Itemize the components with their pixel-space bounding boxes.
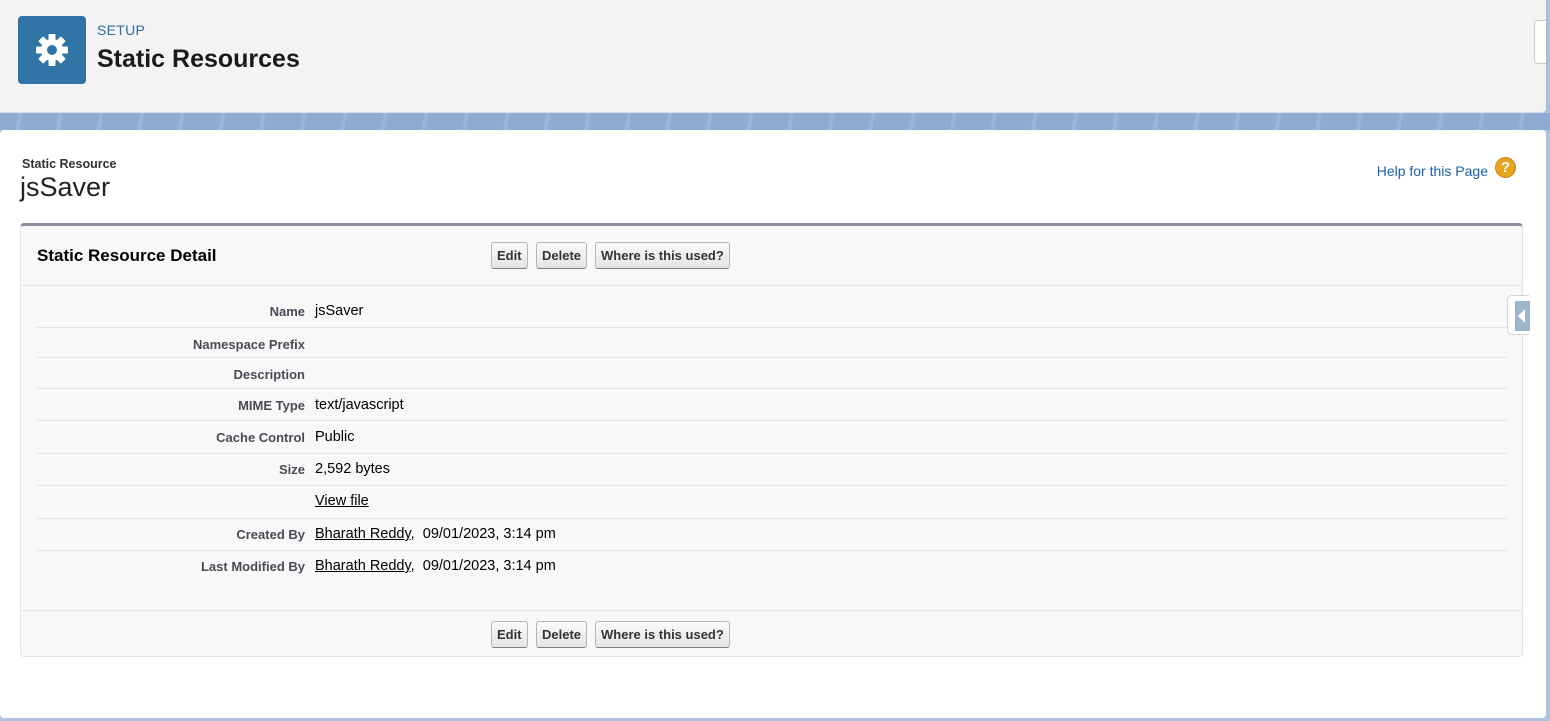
field-label: Last Modified By: [200, 559, 305, 574]
field-row-cache-control: Cache Control Public: [37, 421, 1507, 454]
field-value-mime-type: text/javascript: [315, 397, 404, 413]
created-date: 09/01/2023, 3:14 pm: [422, 526, 556, 542]
edge-tab[interactable]: [1534, 20, 1546, 64]
field-label: Cache Control: [216, 430, 305, 445]
field-value-size: 2,592 bytes: [315, 461, 390, 477]
field-label: Size: [278, 462, 305, 477]
delete-button[interactable]: Delete: [536, 242, 588, 269]
view-file-link[interactable]: View file: [315, 493, 369, 509]
edit-button[interactable]: Edit: [491, 242, 528, 269]
field-value-cache-control: Public: [315, 429, 355, 445]
field-label: Created By: [236, 527, 305, 542]
created-by-user-link[interactable]: Bharath Reddy: [315, 526, 411, 542]
detail-header: Static Resource Detail Edit Delete Where…: [21, 226, 1522, 286]
setup-section-label: SETUP: [97, 22, 146, 38]
where-used-button[interactable]: Where is this used?: [595, 242, 730, 269]
field-label: Namespace Prefix: [192, 337, 305, 352]
sidebar-toggle-handle[interactable]: [1507, 295, 1530, 335]
field-row-view-file: View file: [37, 486, 1507, 519]
field-row-last-modified-by: Last Modified By Bharath Reddy, 09/01/20…: [200, 558, 556, 574]
main-content: Static Resource jsSaver Help for this Pa…: [0, 130, 1546, 718]
field-label: Name: [269, 304, 305, 319]
chevron-left-icon: [1515, 301, 1530, 331]
field-label: Description: [233, 367, 305, 382]
field-row-namespace-prefix: Namespace Prefix: [37, 328, 1507, 358]
where-used-button-bottom[interactable]: Where is this used?: [595, 621, 730, 648]
field-row-size: Size 2,592 bytes: [37, 454, 1507, 486]
field-label: MIME Type: [238, 398, 305, 413]
field-row-description: Description: [37, 358, 1507, 389]
field-row-created-by: Created By Bharath Reddy, 09/01/2023, 3:…: [37, 519, 1507, 551]
decorative-band: [0, 113, 1550, 130]
last-modified-date: 09/01/2023, 3:14 pm: [422, 558, 556, 574]
help-link[interactable]: Help for this Page: [1377, 163, 1488, 179]
record-name: jsSaver: [20, 172, 111, 202]
field-value-name: jsSaver: [315, 303, 364, 319]
detail-panel: Static Resource Detail Edit Delete Where…: [20, 223, 1523, 657]
record-type-label: Static Resource: [22, 157, 117, 171]
field-row-name: Name jsSaver: [37, 303, 1507, 328]
page-title: Static Resources: [97, 45, 300, 73]
setup-header: SETUP Static Resources: [0, 0, 1546, 113]
edit-button-bottom[interactable]: Edit: [491, 621, 528, 648]
help-icon[interactable]: ?: [1495, 157, 1516, 178]
delete-button-bottom[interactable]: Delete: [536, 621, 588, 648]
field-row-mime-type: MIME Type text/javascript: [37, 389, 1507, 421]
detail-footer: Edit Delete Where is this used?: [21, 610, 1522, 657]
last-modified-by-user-link[interactable]: Bharath Reddy: [315, 558, 411, 574]
gear-icon: [18, 16, 86, 84]
detail-title: Static Resource Detail: [37, 246, 217, 265]
